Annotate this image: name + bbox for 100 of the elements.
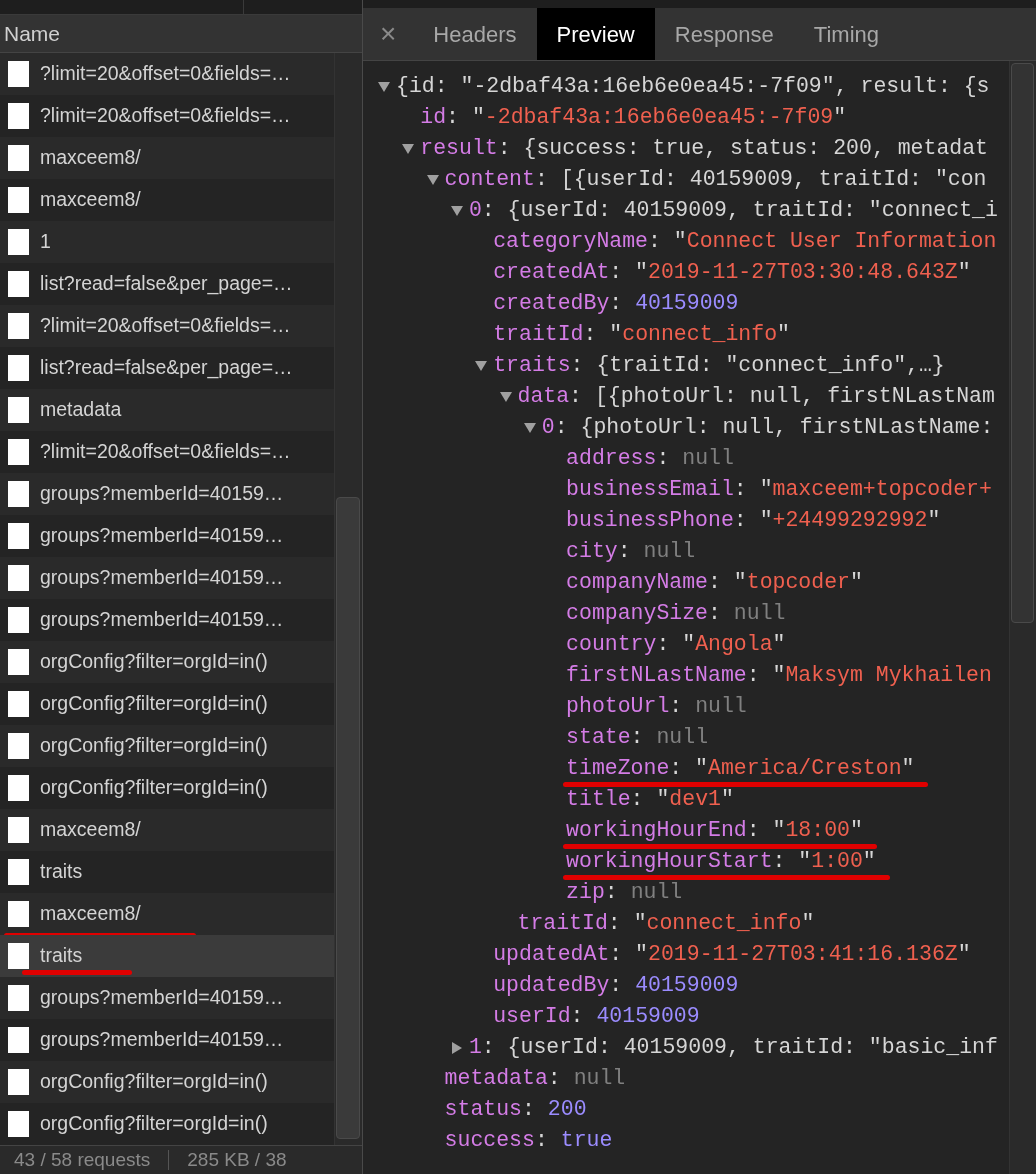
tab[interactable]: Timing xyxy=(793,8,900,60)
request-row[interactable]: groups?memberId=40159… xyxy=(0,473,334,515)
request-name: maxceem8/ xyxy=(40,187,141,213)
request-name: ?limit=20&offset=0&fields=… xyxy=(40,313,291,339)
json-line: traits: {traitId: "connect_info",…} xyxy=(493,353,945,377)
request-row[interactable]: groups?memberId=40159… xyxy=(0,557,334,599)
json-line: createdAt: "2019-11-27T03:30:48.643Z" xyxy=(493,260,971,284)
document-icon xyxy=(8,145,29,171)
document-icon xyxy=(8,229,29,255)
document-icon xyxy=(8,565,29,591)
collapse-triangle-icon[interactable] xyxy=(523,421,536,434)
request-name: groups?memberId=40159… xyxy=(40,607,284,633)
json-line: companySize: null xyxy=(566,601,786,625)
document-icon xyxy=(8,523,29,549)
json-line: updatedBy: 40159009 xyxy=(493,973,739,997)
json-line: id: "-2dbaf43a:16eb6e0ea45:-7f09" xyxy=(420,105,847,129)
document-icon xyxy=(8,649,29,675)
request-row[interactable]: orgConfig?filter=orgId=in() xyxy=(0,641,334,683)
request-row[interactable]: ?limit=20&offset=0&fields=… xyxy=(0,305,334,347)
request-name: groups?memberId=40159… xyxy=(40,1027,284,1053)
request-row[interactable]: maxceem8/ xyxy=(0,809,334,851)
json-line: data: [{photoUrl: null, firstNLastNam xyxy=(517,384,995,408)
request-name: traits xyxy=(40,859,83,885)
document-icon xyxy=(8,1111,29,1137)
request-row[interactable]: 1 xyxy=(0,221,334,263)
request-row[interactable]: metadata xyxy=(0,389,334,431)
collapse-triangle-icon[interactable] xyxy=(402,142,415,155)
document-icon xyxy=(8,61,29,87)
document-icon xyxy=(8,313,29,339)
json-line: status: 200 xyxy=(444,1097,587,1121)
json-line: 0: {photoUrl: null, firstNLastName: xyxy=(541,415,994,439)
request-name: ?limit=20&offset=0&fields=… xyxy=(40,61,291,87)
transfer-size: 285 KB / 38 xyxy=(186,1147,287,1172)
document-icon xyxy=(8,859,29,885)
json-line: address: null xyxy=(566,446,734,470)
tab[interactable]: Preview xyxy=(536,8,655,60)
request-name: orgConfig?filter=orgId=in() xyxy=(40,1111,268,1137)
document-icon xyxy=(8,691,29,717)
request-row[interactable]: groups?memberId=40159… xyxy=(0,977,334,1019)
request-name: maxceem8/ xyxy=(40,817,141,843)
document-icon xyxy=(8,481,29,507)
column-header[interactable]: Name xyxy=(4,17,61,50)
document-icon xyxy=(8,103,29,129)
document-icon xyxy=(8,985,29,1011)
json-line: companyName: "topcoder" xyxy=(566,570,863,594)
request-row[interactable]: maxceem8/ xyxy=(0,137,334,179)
collapse-triangle-icon[interactable] xyxy=(378,80,390,93)
request-name: groups?memberId=40159… xyxy=(40,985,284,1011)
request-name: list?read=false&per_page=… xyxy=(40,271,293,297)
collapse-triangle-icon[interactable] xyxy=(475,359,488,372)
request-row[interactable]: maxceem8/ xyxy=(0,893,334,935)
json-line: workingHourStart: "1:00" xyxy=(566,849,876,873)
json-line: firstNLastName: "Maksym Mykhailen xyxy=(566,663,992,687)
expand-triangle-icon[interactable] xyxy=(450,1041,463,1054)
document-icon xyxy=(8,607,29,633)
json-line: photoUrl: null xyxy=(566,694,747,718)
request-row[interactable]: ?limit=20&offset=0&fields=… xyxy=(0,53,334,95)
tab[interactable]: Headers xyxy=(413,8,537,60)
json-line: 0: {userId: 40159009, traitId: "connect_i xyxy=(468,198,998,222)
scrollbar-thumb[interactable] xyxy=(336,497,360,1139)
request-name: orgConfig?filter=orgId=in() xyxy=(40,649,268,675)
json-line: traitId: "connect_info" xyxy=(493,322,790,346)
request-name: orgConfig?filter=orgId=in() xyxy=(40,733,268,759)
close-button[interactable]: × xyxy=(363,8,414,60)
json-line: 1: {userId: 40159009, traitId: "basic_inf xyxy=(468,1035,998,1059)
json-line: userId: 40159009 xyxy=(493,1004,700,1028)
request-name: 1 xyxy=(40,229,51,255)
scrollbar-thumb[interactable] xyxy=(1011,63,1034,623)
json-line: categoryName: "Connect User Information xyxy=(493,229,997,253)
request-count: 43 / 58 requests xyxy=(13,1147,152,1172)
collapse-triangle-icon[interactable] xyxy=(426,173,439,186)
json-line: title: "dev1" xyxy=(566,787,734,811)
request-name: orgConfig?filter=orgId=in() xyxy=(40,775,268,801)
request-name: metadata xyxy=(40,397,122,423)
request-row[interactable]: traits xyxy=(0,935,334,977)
request-row[interactable]: orgConfig?filter=orgId=in() xyxy=(0,1061,334,1103)
request-name: orgConfig?filter=orgId=in() xyxy=(40,1069,268,1095)
request-name: maxceem8/ xyxy=(40,145,141,171)
json-line: city: null xyxy=(566,539,696,563)
json-line: success: true xyxy=(444,1128,613,1152)
document-icon xyxy=(8,439,29,465)
document-icon xyxy=(8,1027,29,1053)
json-line: metadata: null xyxy=(444,1066,626,1090)
json-line: zip: null xyxy=(566,880,683,904)
collapse-triangle-icon[interactable] xyxy=(450,204,463,217)
json-line: updatedAt: "2019-11-27T03:41:16.136Z" xyxy=(493,942,971,966)
json-line: businessEmail: "maxceem+topcoder+ xyxy=(566,477,992,501)
json-line: traitId: "connect_info" xyxy=(517,911,815,935)
request-row[interactable]: orgConfig?filter=orgId=in() xyxy=(0,725,334,767)
collapse-triangle-icon[interactable] xyxy=(499,390,512,403)
document-icon xyxy=(8,1069,29,1095)
document-icon xyxy=(8,775,29,801)
json-line: {id: "-2dbaf43a:16eb6e0ea45:-7f09", result: {s xyxy=(396,74,990,98)
json-line: createdBy: 40159009 xyxy=(493,291,739,315)
document-icon xyxy=(8,187,29,213)
document-icon xyxy=(8,271,29,297)
json-line: timeZone: "America/Creston" xyxy=(566,756,915,780)
document-icon xyxy=(8,733,29,759)
tab[interactable]: Response xyxy=(654,8,794,60)
request-name: list?read=false&per_page=… xyxy=(40,355,293,381)
